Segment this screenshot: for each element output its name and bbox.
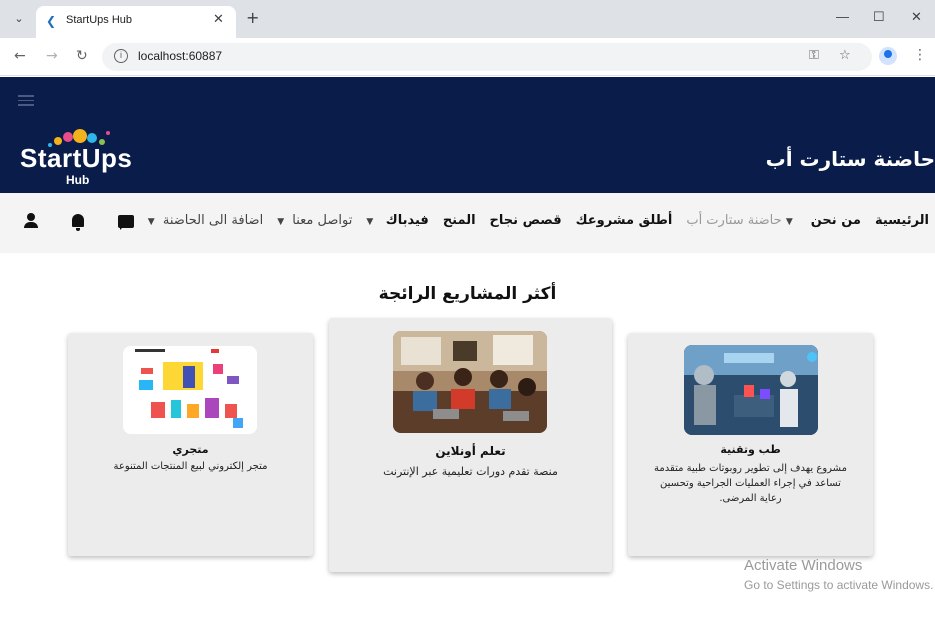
nav-contact-label: تواصل معنا	[292, 213, 353, 228]
project-image-store	[123, 346, 257, 434]
store-illustration-icon	[123, 346, 257, 434]
bell-icon[interactable]	[72, 214, 84, 231]
new-tab-button[interactable]: +	[246, 8, 259, 27]
robot-lab-icon	[684, 345, 818, 435]
nav-launch-project[interactable]: أطلق مشروعك	[576, 213, 673, 228]
nav-contact-dropdown[interactable]: تواصل معنا ▼	[277, 213, 352, 228]
reload-icon[interactable]: ↻	[76, 48, 88, 64]
chevron-down-icon: ▼	[366, 217, 374, 227]
students-photo-icon	[393, 331, 547, 433]
card-description: منصة تقدم دورات تعليمية عبر الإنترنت	[383, 465, 558, 478]
back-arrow-icon[interactable]: ←	[14, 48, 26, 64]
site-header: StartUps Hub حاضنة ستارت أب	[0, 77, 935, 193]
browser-tab-strip: ⌄ ❮ StartUps Hub ✕ + — ☐ ✕	[0, 0, 935, 38]
card-title: متجري	[172, 443, 209, 456]
nav-feedback-label: فيدباك	[385, 213, 429, 228]
logo-sub: Hub	[66, 173, 90, 187]
project-image-med-tech	[684, 345, 818, 435]
chevron-down-icon: ▼	[147, 217, 155, 227]
nav-add-label: اضافة الى الحاضنة	[162, 213, 264, 228]
chevron-down-icon: ▼	[785, 217, 793, 227]
nav-home[interactable]: الرئيسية	[875, 213, 929, 228]
window-close-button[interactable]: ✕	[911, 9, 922, 25]
nav-grants[interactable]: المنح	[443, 213, 476, 228]
maximize-button[interactable]: ☐	[873, 9, 885, 25]
startups-hub-logo[interactable]: StartUps Hub	[20, 121, 150, 191]
card-description: متجر إلكتروني لبيع المنتجات المتنوعة	[113, 461, 268, 472]
flutter-favicon-icon: ❮	[46, 14, 57, 28]
activate-windows-title: Activate Windows	[744, 557, 863, 574]
bookmark-star-icon[interactable]: ☆	[839, 48, 851, 63]
profile-avatar-icon[interactable]	[879, 47, 897, 65]
card-title: طب وتقنية	[720, 443, 781, 456]
project-card-med-tech[interactable]: طب وتقنية مشروع يهدف إلى تطوير روبوتات ط…	[628, 333, 873, 556]
site-info-icon[interactable]: i	[114, 49, 128, 63]
nav-add-dropdown[interactable]: اضافة الى الحاضنة ▼	[148, 213, 263, 228]
nav-about[interactable]: من نحن	[811, 213, 861, 228]
project-image-learn-online	[393, 331, 547, 433]
password-key-icon[interactable]: ⚿	[809, 48, 819, 63]
nav-feedback-dropdown[interactable]: فيدباك ▼	[366, 213, 428, 228]
nav-success-stories[interactable]: قصص نجاح	[490, 213, 562, 228]
project-card-store[interactable]: متجري متجر إلكتروني لبيع المنتجات المتنو…	[68, 333, 313, 556]
site-title: حاضنة ستارت أب	[765, 147, 935, 171]
hamburger-menu-icon[interactable]	[18, 95, 34, 107]
chat-icon[interactable]	[118, 215, 134, 230]
user-icon[interactable]	[24, 213, 38, 229]
tab-close-icon[interactable]: ✕	[213, 12, 224, 27]
browser-toolbar: ← → ↻ i localhost:60887 ⚿ ☆ ⋮	[0, 38, 935, 76]
nav-incubator-label: حاضنة ستارت أب	[686, 213, 782, 228]
url-text[interactable]: localhost:60887	[138, 49, 222, 63]
tab-title: StartUps Hub	[66, 14, 133, 26]
forward-arrow-icon[interactable]: →	[46, 48, 58, 64]
section-title: أكثر المشاريع الرائجة	[378, 284, 557, 304]
project-card-learn-online[interactable]: تعلم أونلاين منصة تقدم دورات تعليمية عبر…	[329, 318, 612, 572]
tab-search-chevron-icon[interactable]: ⌄	[10, 10, 28, 28]
address-bar[interactable]: i localhost:60887 ⚿ ☆	[102, 43, 872, 71]
main-navbar: الرئيسية من نحن ▼ حاضنة ستارت أب أطلق مش…	[0, 193, 935, 253]
nav-incubator-dropdown[interactable]: ▼ حاضنة ستارت أب	[686, 213, 796, 228]
chevron-down-icon: ▼	[277, 217, 285, 227]
minimize-button[interactable]: —	[836, 9, 849, 24]
logo-word: StartUps	[20, 143, 133, 173]
browser-tab[interactable]: ❮ StartUps Hub ✕	[36, 6, 236, 38]
card-title: تعلم أونلاين	[435, 444, 506, 458]
browser-menu-icon[interactable]: ⋮	[913, 47, 927, 63]
card-description: مشروع يهدف إلى تطوير روبوتات طبية متقدمة…	[654, 463, 847, 504]
activate-windows-subtitle: Go to Settings to activate Windows.	[744, 578, 934, 592]
